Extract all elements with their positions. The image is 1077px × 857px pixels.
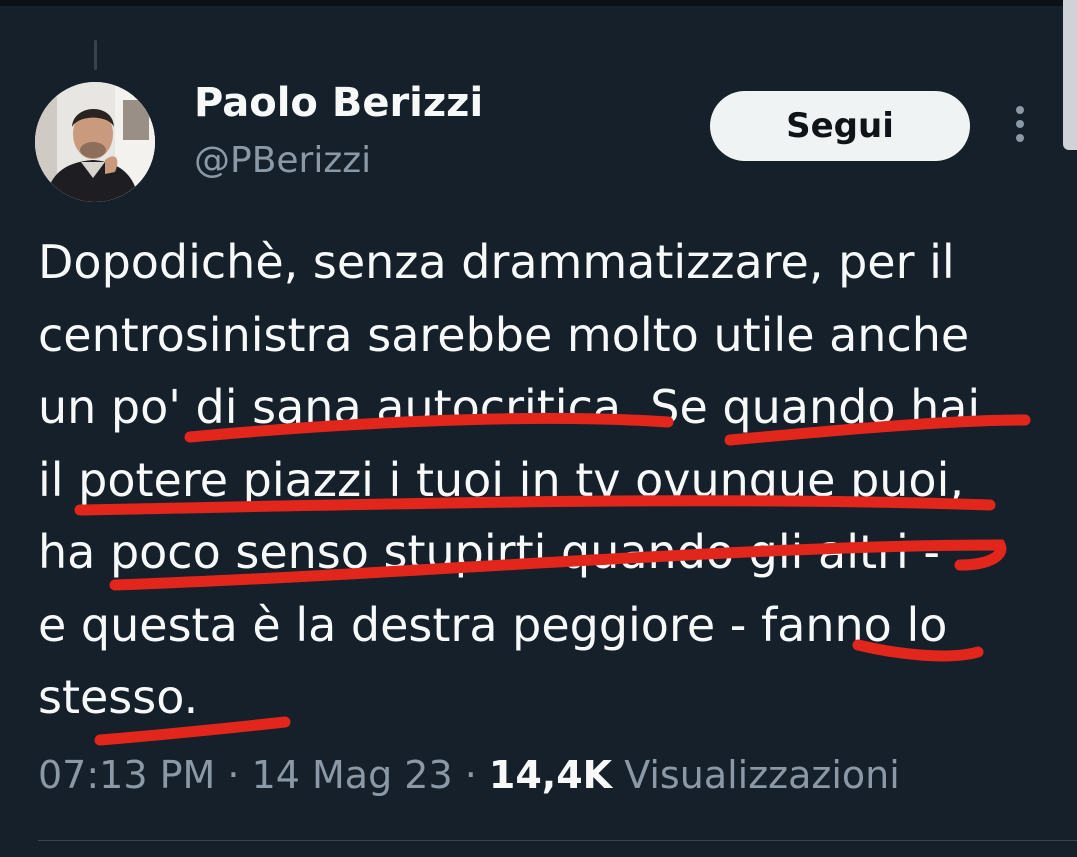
author-name[interactable]: Paolo Berizzi xyxy=(194,80,483,126)
views-count[interactable]: 14,4K xyxy=(489,753,612,797)
meta-separator: · xyxy=(227,753,240,797)
tweet-time[interactable]: 07:13 PM xyxy=(38,753,215,797)
tweet-text: Dopodichè, senza drammatizzare, per il c… xyxy=(38,235,981,724)
divider xyxy=(38,840,1077,841)
status-bar-strip xyxy=(0,0,1077,6)
thread-connector-line xyxy=(94,40,97,70)
profile-photo-icon xyxy=(35,82,155,202)
scrollbar[interactable] xyxy=(1063,0,1077,150)
follow-button[interactable]: Segui xyxy=(710,91,970,161)
author-handle[interactable]: @PBerizzi xyxy=(194,140,371,181)
tweet-date[interactable]: 14 Mag 23 xyxy=(252,753,453,797)
avatar[interactable] xyxy=(35,82,155,202)
meta-separator: · xyxy=(464,753,477,797)
tweet-page: Paolo Berizzi @PBerizzi Segui Dopodichè,… xyxy=(0,0,1077,857)
more-vertical-icon[interactable] xyxy=(1005,104,1035,144)
tweet-meta-row: 07:13 PM · 14 Mag 23 · 14,4K Visualizzaz… xyxy=(38,753,900,797)
views-label[interactable]: Visualizzazioni xyxy=(624,753,900,797)
